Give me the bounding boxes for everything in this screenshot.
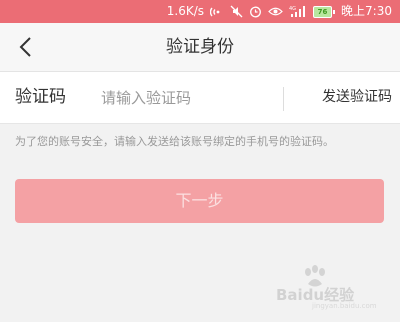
svg-text:4G: 4G xyxy=(289,6,296,12)
verification-code-row: 验证码 发送验证码 xyxy=(0,72,400,124)
nfc-icon xyxy=(210,0,224,23)
page-title: 验证身份 xyxy=(166,37,234,57)
back-button[interactable] xyxy=(10,33,40,61)
network-speed: 1.6K/s xyxy=(166,4,205,18)
battery-level: 76 xyxy=(313,5,333,18)
nav-bar: 验证身份 xyxy=(0,23,400,72)
hint-text: 为了您的账号安全，请输入发送给该账号绑定的手机号的验证码。 xyxy=(15,135,334,148)
code-label: 验证码 xyxy=(15,87,66,107)
status-bar: 1.6K/s 4G 76 晚上7:30 xyxy=(0,0,400,23)
alarm-icon xyxy=(249,0,262,23)
code-input[interactable] xyxy=(101,85,271,111)
divider xyxy=(283,87,284,111)
send-code-button[interactable]: 发送验证码 xyxy=(300,72,392,123)
signal-4g-icon: 4G xyxy=(289,0,307,23)
status-bar-right: 1.6K/s 4G 76 晚上7:30 xyxy=(167,0,392,23)
battery-icon: 76 xyxy=(313,5,336,18)
chevron-left-icon xyxy=(19,37,31,57)
next-button[interactable]: 下一步 xyxy=(15,179,384,223)
watermark-url: jingyan.baidu.com xyxy=(312,302,377,310)
eye-icon xyxy=(268,0,283,23)
watermark: Baidu经验 jingyan.baidu.com xyxy=(276,264,386,314)
status-time: 晚上7:30 xyxy=(341,4,392,18)
mute-icon xyxy=(230,0,243,23)
